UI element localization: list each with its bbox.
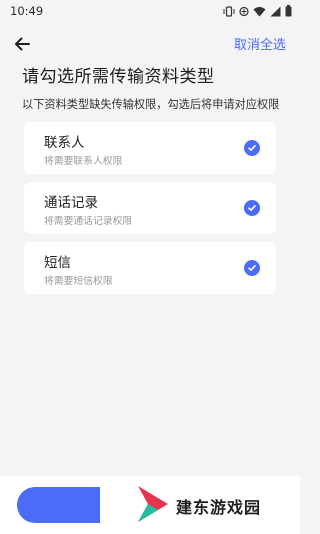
watermark-text: 建东游戏园 xyxy=(176,498,262,517)
item-subtitle: 将需要短信权限 xyxy=(44,276,113,287)
status-time: 10:49 xyxy=(10,4,44,18)
check-icon[interactable] xyxy=(244,260,260,276)
item-subtitle: 将需要通话记录权限 xyxy=(44,216,133,227)
back-button[interactable] xyxy=(12,34,32,54)
battery-icon xyxy=(285,5,292,17)
watermark: 建东游戏园 xyxy=(136,484,286,528)
status-icons xyxy=(223,5,292,17)
item-title: 联系人 xyxy=(44,135,85,151)
check-icon[interactable] xyxy=(244,140,260,156)
item-title: 通话记录 xyxy=(44,195,98,211)
item-title: 短信 xyxy=(44,255,71,271)
confirm-button[interactable] xyxy=(17,487,100,523)
data-type-item-sms[interactable]: 短信 将需要短信权限 xyxy=(24,242,276,294)
top-bar: 取消全选 xyxy=(0,22,300,64)
page-title: 请勾选所需传输资料类型 xyxy=(22,67,215,87)
bottom-bar: 建东游戏园 xyxy=(0,476,300,534)
permission-hint: 以下资料类型缺失传输权限，勾选后将申请对应权限 xyxy=(22,98,280,111)
signal-icon xyxy=(270,6,281,17)
wifi-icon xyxy=(253,6,266,17)
battery-saver-icon xyxy=(239,6,249,17)
data-type-item-contacts[interactable]: 联系人 将需要联系人权限 xyxy=(24,122,276,174)
watermark-logo-icon xyxy=(136,484,170,528)
data-type-item-call-log[interactable]: 通话记录 将需要通话记录权限 xyxy=(24,182,276,234)
arrow-left-icon xyxy=(12,37,32,58)
vibrate-icon xyxy=(223,5,235,17)
status-bar: 10:49 xyxy=(0,0,300,22)
check-icon[interactable] xyxy=(244,200,260,216)
cancel-select-all-button[interactable]: 取消全选 xyxy=(234,34,286,53)
item-subtitle: 将需要联系人权限 xyxy=(44,156,123,167)
